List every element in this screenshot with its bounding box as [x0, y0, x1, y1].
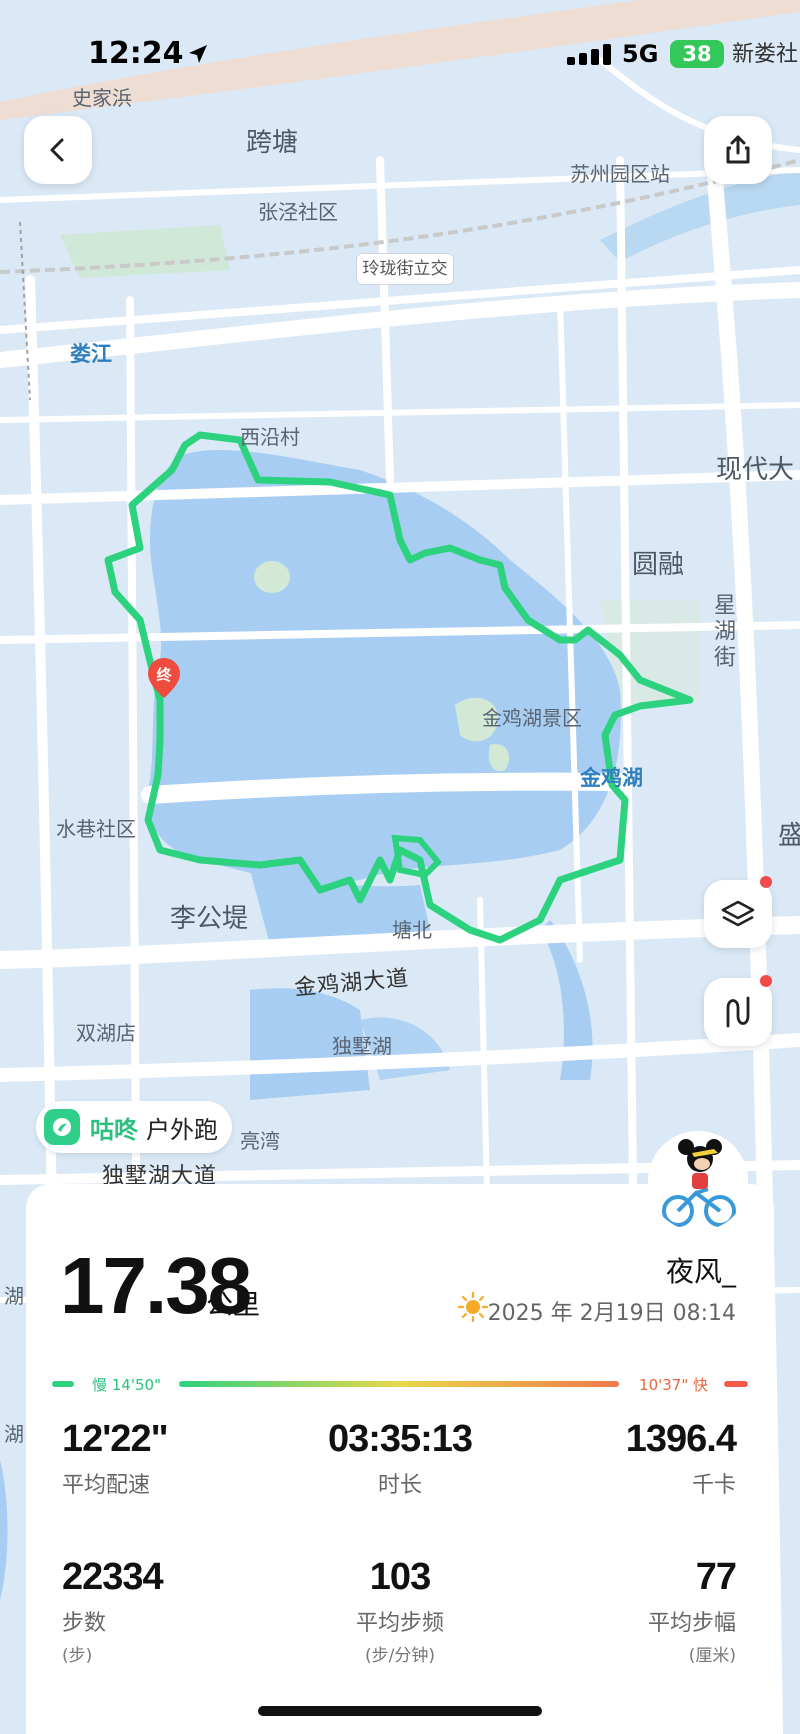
map-label-hu-left-2: 湖: [4, 1422, 24, 1446]
stat-label: 步数: [62, 1611, 107, 1636]
stat-unit: (步): [62, 1646, 93, 1666]
brand-badge: 咕咚 户外跑: [36, 1101, 232, 1153]
sun-icon: [458, 1292, 488, 1322]
route-notification-dot: [760, 975, 772, 987]
back-button[interactable]: [24, 116, 92, 184]
stat-cadence: 103 平均步频 (步/分钟): [290, 1556, 510, 1666]
map-label-xinghu: 星湖街: [710, 593, 735, 671]
route-toggle-icon: [726, 996, 750, 1028]
status-time: 12:24: [88, 36, 184, 71]
stat-label: 时长: [377, 1473, 422, 1498]
map-label-shijiabang: 史家浜: [72, 86, 132, 110]
pace-fast-label: 10'37" 快: [639, 1376, 708, 1394]
activity-mode: 户外跑: [146, 1115, 218, 1144]
map-label-xiandai: 现代大: [716, 455, 795, 485]
map-label-linglong: 玲珑街立交: [356, 253, 454, 285]
stat-label: 平均步幅: [647, 1611, 736, 1636]
stat-value: 12'22": [62, 1418, 169, 1460]
user-name: 夜风_: [665, 1255, 736, 1288]
home-indicator[interactable]: [258, 1706, 542, 1716]
end-marker-icon: 终: [148, 658, 180, 698]
map-label-jinji-scenic: 金鸡湖景区: [482, 706, 582, 730]
network-type: 5G: [622, 40, 659, 68]
map-label-ligongdi: 李公堤: [170, 904, 249, 934]
stat-calories: 1396.4 千卡: [516, 1418, 737, 1499]
carrier-overlay: 新娄社: [732, 42, 799, 67]
battery-indicator: 38: [670, 40, 724, 68]
stat-label: 平均配速: [62, 1473, 151, 1498]
route-toggle-button[interactable]: [704, 978, 772, 1046]
share-icon: [726, 135, 750, 164]
brand-logo-icon: [44, 1109, 80, 1145]
pace-slow-swatch: [52, 1381, 74, 1387]
stat-unit: (厘米): [688, 1646, 736, 1666]
stat-stride: 77 平均步幅 (厘米): [516, 1556, 737, 1666]
pace-gradient-bar: 慢 14'50" 10'37" 快: [52, 1376, 748, 1394]
map-label-zhangjing: 张泾社区: [258, 200, 338, 224]
layers-button[interactable]: [704, 880, 772, 948]
stat-avg-pace: 12'22" 平均配速: [62, 1418, 282, 1499]
location-arrow-icon: [189, 45, 207, 63]
stat-duration: 03:35:13 时长: [290, 1418, 510, 1499]
layers-icon: [721, 900, 755, 927]
stat-value: 03:35:13: [327, 1418, 473, 1460]
signal-icon: [567, 44, 611, 65]
stat-value: 22334: [62, 1556, 164, 1598]
stat-label: 平均步频: [355, 1611, 444, 1636]
share-button[interactable]: [704, 116, 772, 184]
stat-value: 103: [369, 1556, 431, 1598]
stat-unit: (步/分钟): [365, 1646, 435, 1666]
activity-datetime: 2025 年 2月19日 08:14: [487, 1301, 736, 1326]
stat-label: 千卡: [691, 1473, 736, 1498]
map-label-shuanghu: 双湖店: [76, 1021, 136, 1045]
map-label-dushu-lake: 独墅湖: [332, 1034, 392, 1058]
map-label-loujiang: 娄江: [70, 342, 112, 366]
map-label-liangwan: 亮湾: [240, 1129, 280, 1153]
map-label-jinji-lake: 金鸡湖: [580, 766, 643, 790]
map-label-xiyan: 西沿村: [240, 425, 300, 449]
map-label-yuanrong: 圆融: [632, 550, 685, 580]
map-label-shuixiang: 水巷社区: [56, 817, 136, 841]
back-icon: [50, 138, 64, 162]
avatar[interactable]: [648, 1131, 748, 1231]
pace-slow-label: 慢 14'50": [92, 1376, 161, 1394]
map-label-sheng: 盛: [778, 821, 800, 851]
map-label-kuatang: 跨塘: [246, 128, 299, 158]
end-marker-label: 终: [156, 666, 172, 684]
map-label-tangbei: 塘北: [392, 918, 432, 942]
stat-value: 77: [695, 1556, 737, 1598]
map-label-suzhou-yuanqu: 苏州园区站: [570, 162, 670, 186]
layers-notification-dot: [760, 876, 772, 888]
pace-fast-swatch: [724, 1381, 748, 1387]
stat-steps: 22334 步数 (步): [62, 1556, 282, 1666]
distance-unit: 公里: [206, 1290, 260, 1321]
brand-name: 咕咚: [90, 1115, 138, 1144]
map-label-hu-left: 湖: [4, 1284, 24, 1308]
pace-gradient: [179, 1381, 619, 1387]
stat-value: 1396.4: [625, 1418, 737, 1460]
status-bar: 12:24 5G 38 新娄社: [0, 36, 800, 76]
